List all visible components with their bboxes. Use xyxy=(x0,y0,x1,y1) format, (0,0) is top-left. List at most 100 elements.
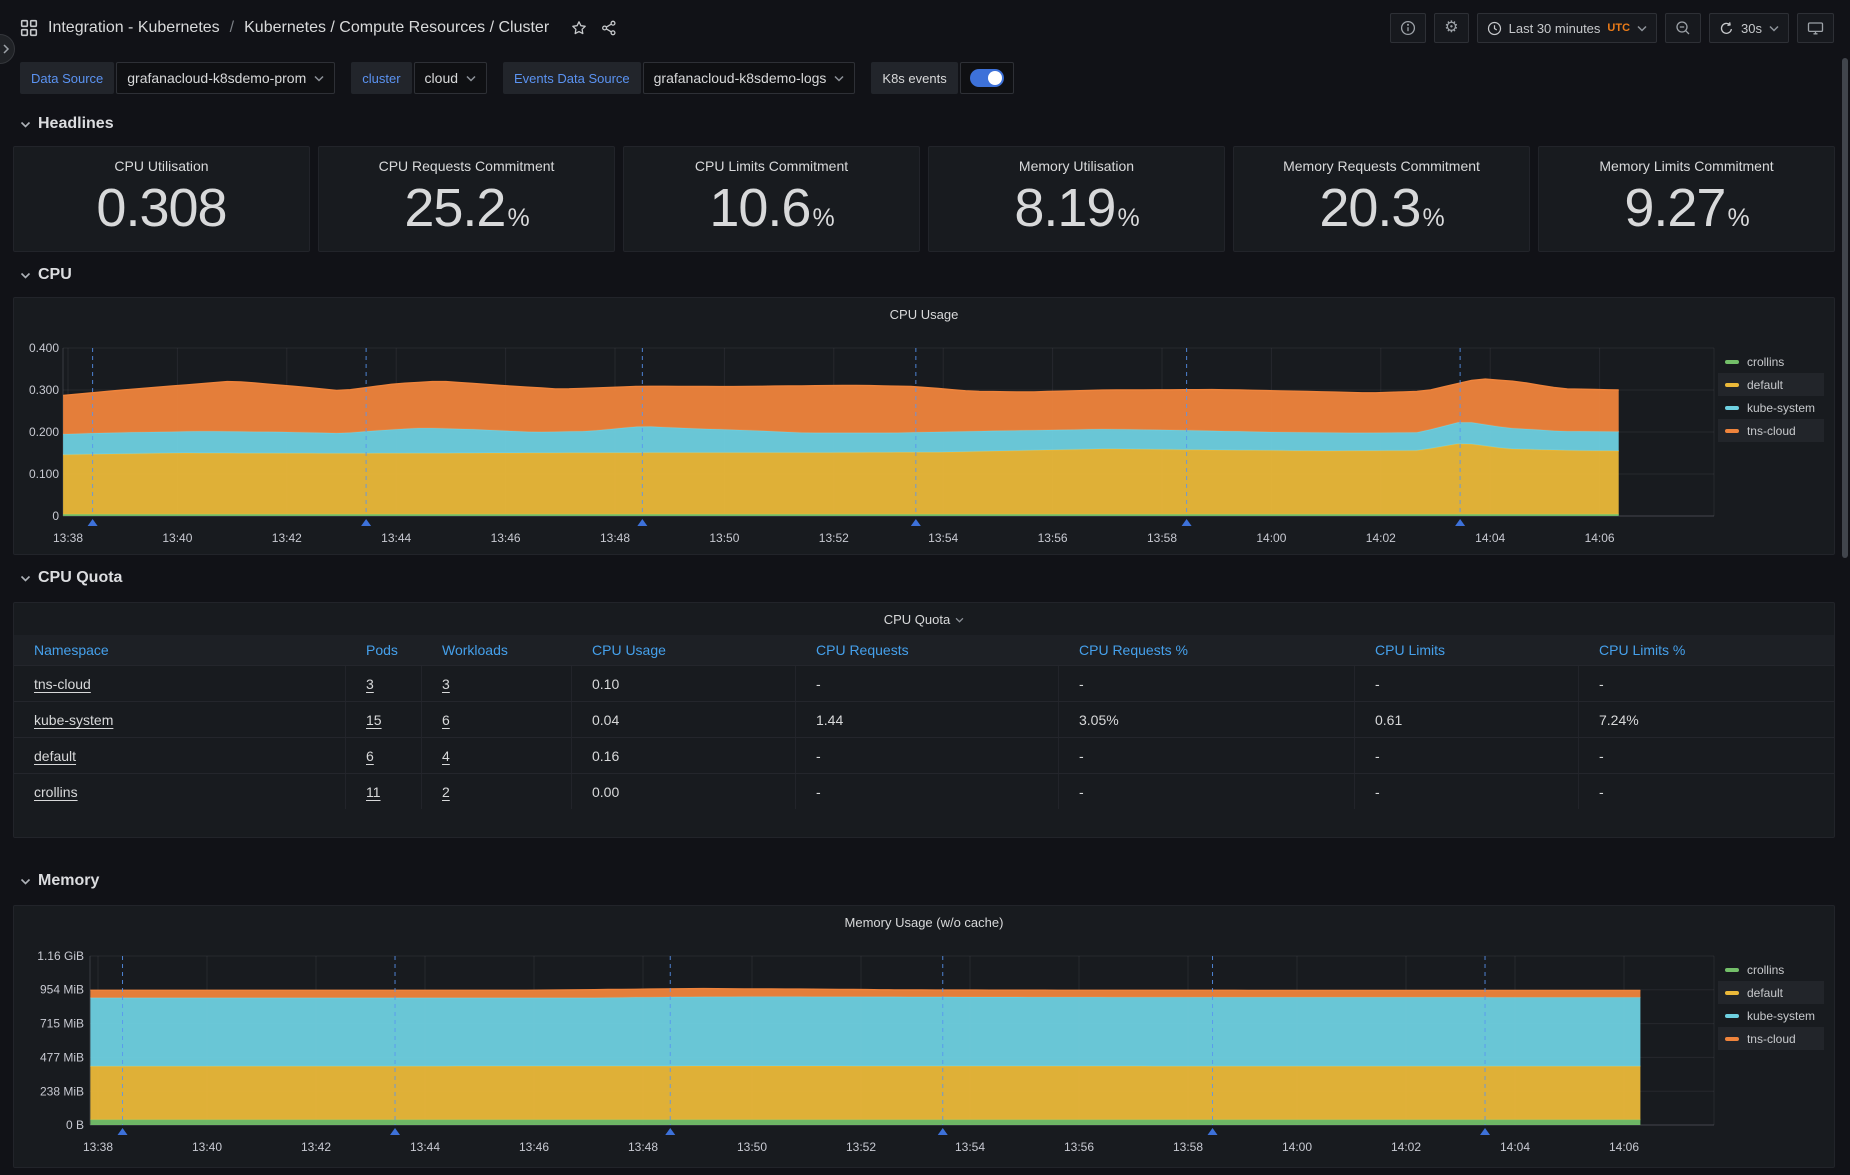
cell-link[interactable]: 6 xyxy=(366,748,374,764)
stat-value: 0.308 xyxy=(96,176,226,241)
legend-swatch xyxy=(1725,406,1739,410)
legend-item-tns-cloud[interactable]: tns-cloud xyxy=(1718,419,1824,442)
legend-item-default[interactable]: default xyxy=(1718,373,1824,396)
datasource-select[interactable]: grafanacloud-k8sdemo-prom xyxy=(116,62,335,94)
chevron-down-icon xyxy=(20,272,31,279)
cell-link[interactable]: kube-system xyxy=(34,712,113,728)
annotation-marker[interactable] xyxy=(938,1128,948,1135)
table-cell: - xyxy=(1059,738,1355,773)
series-area-crollins xyxy=(90,1120,1640,1125)
dashboard-settings-button[interactable]: ⚙ xyxy=(1434,13,1468,43)
column-header[interactable]: CPU Limits % xyxy=(1579,635,1834,665)
annotation-marker[interactable] xyxy=(390,1128,400,1135)
info-icon xyxy=(1400,20,1416,36)
column-header[interactable]: CPU Usage xyxy=(572,635,796,665)
table-row: tns-cloud330.10---- xyxy=(14,665,1834,701)
section-title: CPU Quota xyxy=(38,569,122,587)
cell-link[interactable]: tns-cloud xyxy=(34,676,91,692)
column-header[interactable]: Pods xyxy=(346,635,422,665)
column-header[interactable]: CPU Requests % xyxy=(1059,635,1355,665)
panel-title-cpu-quota[interactable]: CPU Quota xyxy=(14,612,1834,627)
events-datasource-label: Events Data Source xyxy=(503,62,641,94)
x-axis-tick-label: 13:40 xyxy=(192,1140,222,1154)
cell-link[interactable]: crollins xyxy=(34,784,78,800)
legend-swatch xyxy=(1725,1014,1739,1018)
k8s-events-toggle[interactable] xyxy=(960,62,1014,94)
legend-item-tns-cloud[interactable]: tns-cloud xyxy=(1718,1027,1824,1050)
section-header-cpu-quota[interactable]: CPU Quota xyxy=(13,568,1835,588)
breadcrumb-folder[interactable]: Integration - Kubernetes xyxy=(48,19,220,37)
events-datasource-select[interactable]: grafanacloud-k8sdemo-logs xyxy=(643,62,856,94)
chevron-down-icon xyxy=(466,75,476,82)
cell-link[interactable]: 4 xyxy=(442,748,450,764)
dashboard-info-button[interactable] xyxy=(1390,13,1426,43)
cell-link[interactable]: default xyxy=(34,748,76,764)
cluster-select[interactable]: cloud xyxy=(414,62,487,94)
cell-link[interactable]: 3 xyxy=(366,676,374,692)
breadcrumb: Integration - Kubernetes / Kubernetes / … xyxy=(20,19,617,37)
annotation-marker[interactable] xyxy=(361,519,371,526)
series-area-tns-cloud xyxy=(63,379,1619,434)
table-cell: - xyxy=(1355,774,1579,809)
y-axis-tick-label: 238 MiB xyxy=(40,1084,84,1098)
series-area-kube-system xyxy=(90,997,1640,1067)
cell-link[interactable]: 6 xyxy=(442,712,450,728)
breadcrumb-dashboard[interactable]: Kubernetes / Compute Resources / Cluster xyxy=(244,19,549,37)
toggle-switch xyxy=(970,69,1004,87)
table-cell: default xyxy=(14,738,346,773)
panel-title-memory-usage[interactable]: Memory Usage (w/o cache) xyxy=(14,915,1834,930)
cell-link[interactable]: 11 xyxy=(366,784,381,800)
share-icon[interactable] xyxy=(601,20,617,36)
annotation-marker[interactable] xyxy=(1208,1128,1218,1135)
annotation-marker[interactable] xyxy=(1480,1128,1490,1135)
time-range-picker[interactable]: Last 30 minutes UTC xyxy=(1477,13,1657,43)
chevron-down-icon xyxy=(20,878,31,885)
chevron-down-icon xyxy=(1637,25,1647,32)
table-cell: - xyxy=(796,774,1059,809)
section-header-memory[interactable]: Memory xyxy=(13,871,1835,891)
column-header[interactable]: Workloads xyxy=(422,635,572,665)
section-header-cpu[interactable]: CPU xyxy=(13,265,1835,285)
cell-link[interactable]: 15 xyxy=(366,712,382,728)
section-title: Memory xyxy=(38,872,99,890)
table-cell: - xyxy=(796,738,1059,773)
cell-link[interactable]: 3 xyxy=(442,676,450,692)
annotation-marker[interactable] xyxy=(637,519,647,526)
annotation-marker[interactable] xyxy=(1182,519,1192,526)
annotation-marker[interactable] xyxy=(1455,519,1465,526)
cell-link[interactable]: 2 xyxy=(442,784,450,800)
legend-swatch xyxy=(1725,991,1739,995)
x-axis-tick-label: 13:38 xyxy=(83,1140,113,1154)
table-cell: - xyxy=(1355,666,1579,701)
stat-value: 25.2% xyxy=(404,176,528,241)
section-header-headlines[interactable]: Headlines xyxy=(13,114,1835,134)
star-icon[interactable] xyxy=(571,20,587,36)
refresh-button[interactable]: 30s xyxy=(1709,13,1789,43)
annotation-marker[interactable] xyxy=(665,1128,675,1135)
variable-events-datasource: Events Data Source grafanacloud-k8sdemo-… xyxy=(503,62,855,94)
grid-icon[interactable] xyxy=(20,19,38,37)
x-axis-tick-label: 13:52 xyxy=(846,1140,876,1154)
legend-item-default[interactable]: default xyxy=(1718,981,1824,1004)
clock-icon xyxy=(1487,21,1502,36)
cpu-quota-table: NamespacePodsWorkloadsCPU UsageCPU Reque… xyxy=(14,635,1834,809)
table-cell: 0.61 xyxy=(1355,702,1579,737)
annotation-marker[interactable] xyxy=(88,519,98,526)
y-axis-tick-label: 0.200 xyxy=(29,425,59,439)
annotation-marker[interactable] xyxy=(911,519,921,526)
legend-item-kube-system[interactable]: kube-system xyxy=(1718,1004,1824,1027)
column-header[interactable]: Namespace xyxy=(14,635,346,665)
k8s-events-label: K8s events xyxy=(871,62,957,94)
topbar-actions: ⚙ Last 30 minutes UTC xyxy=(1390,13,1834,43)
tv-mode-button[interactable] xyxy=(1797,13,1834,43)
legend-item-kube-system[interactable]: kube-system xyxy=(1718,396,1824,419)
scrollbar[interactable] xyxy=(1842,58,1848,558)
panel-title-cpu-usage[interactable]: CPU Usage xyxy=(14,307,1834,322)
column-header[interactable]: CPU Limits xyxy=(1355,635,1579,665)
cpu-usage-legend: crollinsdefaultkube-systemtns-cloud xyxy=(1718,350,1824,442)
annotation-marker[interactable] xyxy=(118,1128,128,1135)
legend-item-crollins[interactable]: crollins xyxy=(1718,350,1824,373)
zoom-out-button[interactable] xyxy=(1665,13,1701,43)
column-header[interactable]: CPU Requests xyxy=(796,635,1059,665)
legend-item-crollins[interactable]: crollins xyxy=(1718,958,1824,981)
